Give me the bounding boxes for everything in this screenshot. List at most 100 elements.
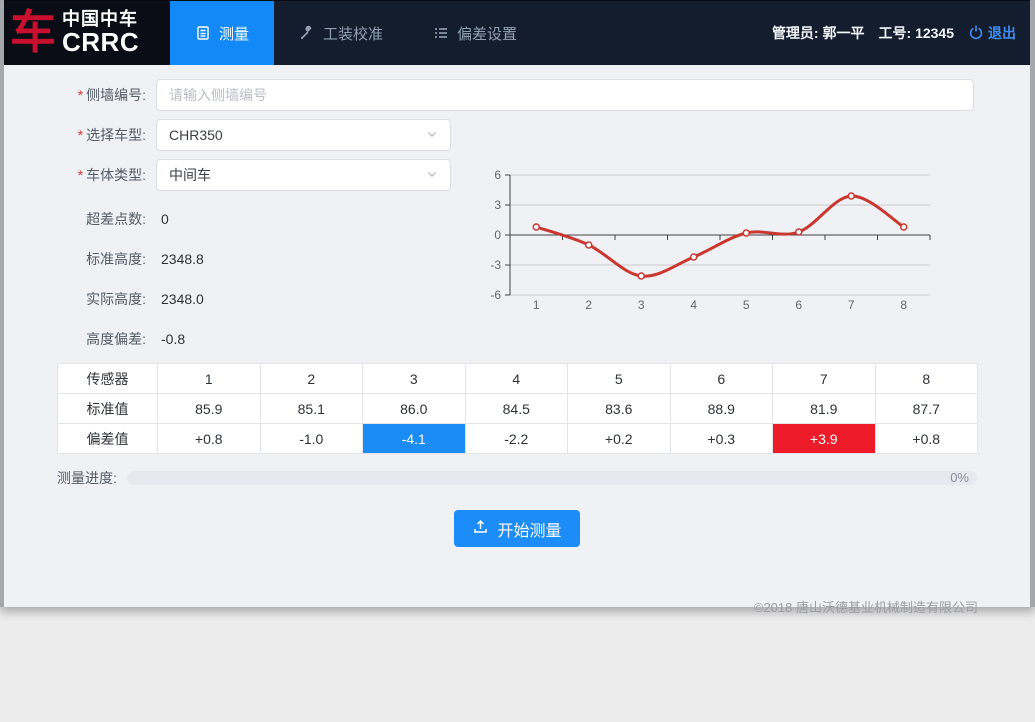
svg-text:3: 3 xyxy=(638,298,645,312)
table-cell: 84.5 xyxy=(465,394,568,424)
table-cell: 86.0 xyxy=(363,394,466,424)
upload-icon xyxy=(472,518,489,540)
progress-row: 测量进度: 0% xyxy=(57,468,977,488)
table-cell: +0.8 xyxy=(158,424,261,454)
logout-button[interactable]: 退出 xyxy=(968,23,1016,43)
table-cell: +0.8 xyxy=(875,424,978,454)
tab-tooling-calibration[interactable]: 工装校准 xyxy=(274,1,408,65)
table-row: 传感器12345678 xyxy=(58,364,978,394)
table-cell: 标准值 xyxy=(58,394,158,424)
svg-text:6: 6 xyxy=(494,168,501,182)
train-model-select[interactable]: CHR350 xyxy=(156,119,451,151)
start-measure-label: 开始测量 xyxy=(497,517,561,541)
height-deviation-label: 高度偏差: xyxy=(4,329,146,349)
crrc-logo-glyph: 车 xyxy=(10,10,56,56)
table-cell: 2 xyxy=(260,364,363,394)
tab-measure[interactable]: 测量 xyxy=(170,1,274,65)
tab-measure-label: 测量 xyxy=(219,23,249,44)
table-cell: -4.1 xyxy=(363,424,466,454)
carbody-type-label: 车体类型: xyxy=(86,167,146,183)
progress-label: 测量进度: xyxy=(57,468,117,488)
progress-percent: 0% xyxy=(950,470,969,485)
main-content: *侧墙编号: *选择车型: CHR350 *车体类型: xyxy=(4,65,1030,607)
table-cell: 6 xyxy=(670,364,773,394)
table-cell: 8 xyxy=(875,364,978,394)
copyright-text: ©2018 唐山沃德基业机械制造有限公司 xyxy=(4,597,978,616)
table-cell: +3.9 xyxy=(773,424,876,454)
table-cell: 85.1 xyxy=(260,394,363,424)
svg-text:6: 6 xyxy=(795,298,802,312)
standard-height-value: 2348.8 xyxy=(161,251,204,267)
actual-height-label: 实际高度: xyxy=(4,289,146,309)
progress-bar: 0% xyxy=(127,471,977,485)
tab-deviation-settings[interactable]: 偏差设置 xyxy=(408,1,542,65)
table-cell: 偏差值 xyxy=(58,424,158,454)
logout-label: 退出 xyxy=(988,23,1016,43)
admin-name: 郭一平 xyxy=(823,25,865,41)
table-row: 标准值85.985.186.084.583.688.981.987.7 xyxy=(58,394,978,424)
table-cell: 5 xyxy=(568,364,671,394)
table-cell: 4 xyxy=(465,364,568,394)
start-measure-button[interactable]: 开始测量 xyxy=(454,510,579,547)
height-deviation-value: -0.8 xyxy=(161,331,185,347)
table-cell: 7 xyxy=(773,364,876,394)
table-cell: +0.3 xyxy=(670,424,773,454)
table-cell: 88.9 xyxy=(670,394,773,424)
form-row-sidewall-number: *侧墙编号: xyxy=(4,79,1030,111)
tab-deviation-label: 偏差设置 xyxy=(457,23,517,44)
svg-text:4: 4 xyxy=(690,298,697,312)
table-cell: -1.0 xyxy=(260,424,363,454)
logo-text-cn: 中国中车 xyxy=(62,10,139,29)
train-model-value: CHR350 xyxy=(169,127,223,143)
standard-height-label: 标准高度: xyxy=(4,249,146,269)
wrench-icon xyxy=(299,25,315,41)
overtolerance-label: 超差点数: xyxy=(4,209,146,229)
tab-tooling-label: 工装校准 xyxy=(323,23,383,44)
list-icon xyxy=(433,25,449,41)
table-cell: 传感器 xyxy=(58,364,158,394)
table-row: 偏差值+0.8-1.0-4.1-2.2+0.2+0.3+3.9+0.8 xyxy=(58,424,978,454)
nav-tabs: 测量 工装校准 xyxy=(170,1,542,65)
required-asterisk: * xyxy=(78,87,83,103)
user-info: 管理员: 郭一平 工号: 12345 退出 xyxy=(772,1,1030,65)
svg-text:2: 2 xyxy=(585,298,592,312)
required-asterisk: * xyxy=(78,167,83,183)
sidewall-number-label: 侧墙编号: xyxy=(86,87,146,103)
top-navbar: 车 中国中车 CRRC 测量 xyxy=(4,0,1030,65)
chevron-down-icon xyxy=(426,167,438,183)
table-cell: 3 xyxy=(363,364,466,394)
svg-text:7: 7 xyxy=(848,298,855,312)
worker-id-value: 12345 xyxy=(915,25,954,41)
worker-id-label: 工号: xyxy=(879,25,912,41)
app-window: 车 中国中车 CRRC 测量 xyxy=(0,0,1035,607)
document-icon xyxy=(195,25,211,41)
svg-text:1: 1 xyxy=(533,298,540,312)
table-cell: 87.7 xyxy=(875,394,978,424)
form-row-train-model: *选择车型: CHR350 xyxy=(4,119,1030,151)
svg-text:0: 0 xyxy=(494,228,501,242)
chevron-down-icon xyxy=(426,127,438,143)
svg-text:5: 5 xyxy=(743,298,750,312)
table-cell: 85.9 xyxy=(158,394,261,424)
table-cell: +0.2 xyxy=(568,424,671,454)
carbody-type-select[interactable]: 中间车 xyxy=(156,159,451,191)
stat-row-height-deviation: 高度偏差: -0.8 xyxy=(4,319,1030,359)
svg-text:3: 3 xyxy=(494,198,501,212)
power-icon xyxy=(968,24,984,43)
deviation-line-chart: 6 3 0 -3 -6 1 2 3 4 5 6 7 8 xyxy=(480,160,975,323)
table-cell: 83.6 xyxy=(568,394,671,424)
actual-height-value: 2348.0 xyxy=(161,291,204,307)
admin-role-label: 管理员: xyxy=(772,25,819,41)
sidewall-number-input[interactable] xyxy=(156,79,974,111)
table-cell: 81.9 xyxy=(773,394,876,424)
crrc-logo: 车 中国中车 CRRC xyxy=(4,1,170,65)
carbody-type-value: 中间车 xyxy=(169,165,211,185)
svg-text:8: 8 xyxy=(900,298,907,312)
svg-text:-6: -6 xyxy=(490,288,501,302)
svg-text:-3: -3 xyxy=(490,258,501,272)
overtolerance-value: 0 xyxy=(161,211,169,227)
table-cell: -2.2 xyxy=(465,424,568,454)
required-asterisk: * xyxy=(78,127,83,143)
table-cell: 1 xyxy=(158,364,261,394)
train-model-label: 选择车型: xyxy=(86,127,146,143)
